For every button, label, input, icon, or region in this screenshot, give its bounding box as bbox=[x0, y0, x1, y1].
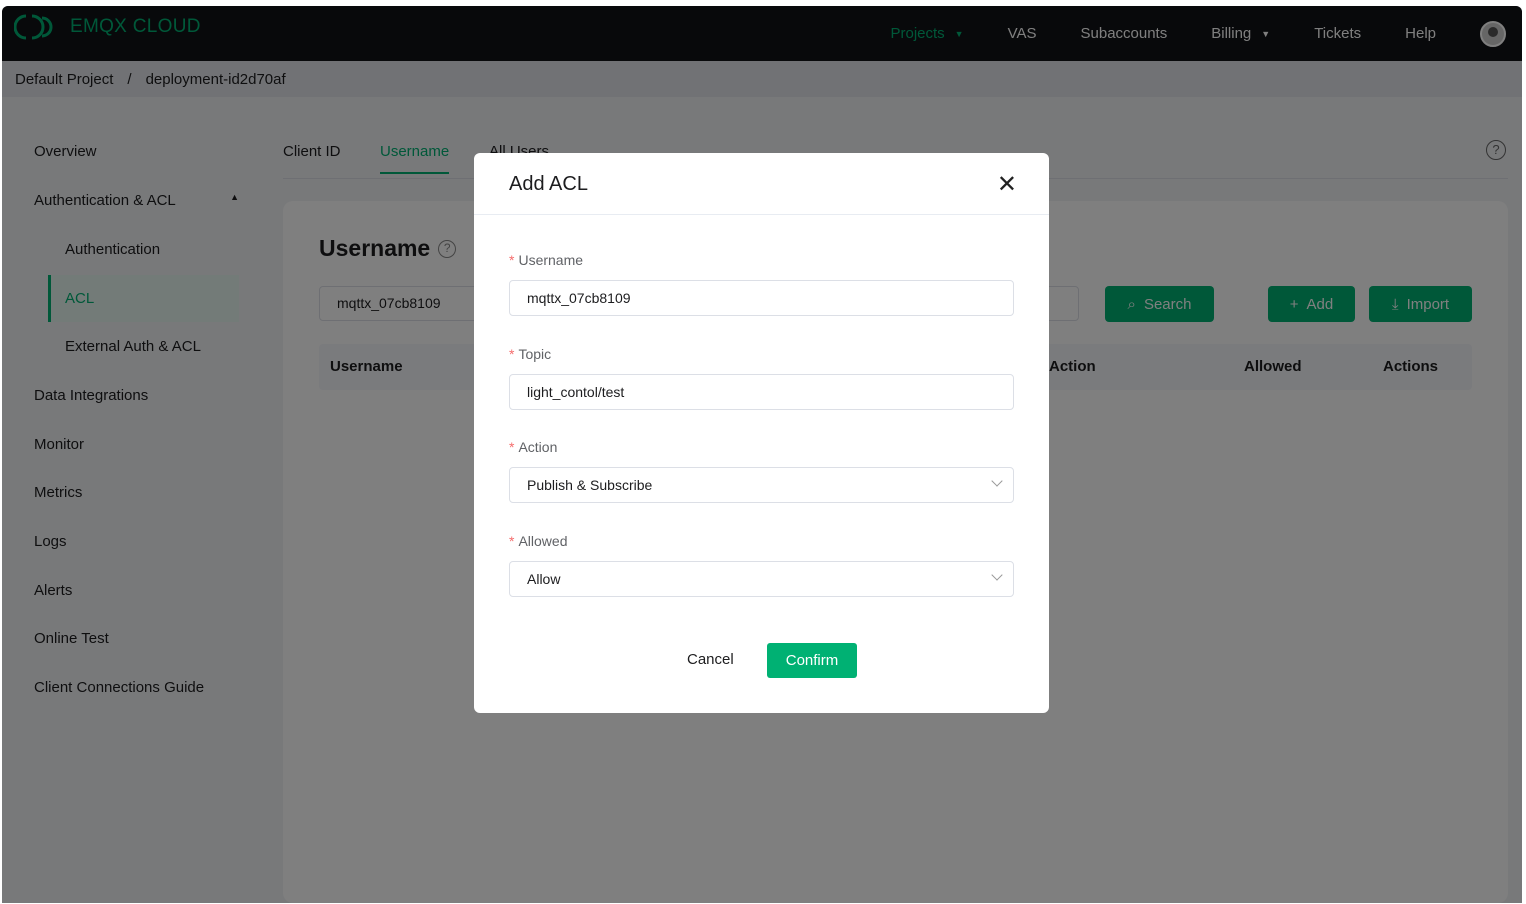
label-text: Action bbox=[518, 439, 558, 455]
chevron-down-icon bbox=[991, 569, 1003, 581]
dialog-header: Add ACL ✕ bbox=[474, 153, 1049, 215]
cancel-button[interactable]: Cancel bbox=[687, 651, 734, 668]
allowed-select[interactable]: Allow bbox=[509, 561, 1014, 597]
allowed-label: * Allowed bbox=[509, 533, 568, 549]
username-label: * Username bbox=[509, 252, 584, 268]
action-label: * Action bbox=[509, 439, 558, 455]
select-value: Allow bbox=[527, 571, 561, 587]
label-text: Topic bbox=[518, 346, 552, 362]
app: EMQX CLOUD Projects▼ VAS Subaccounts Bil… bbox=[2, 6, 1522, 903]
select-value: Publish & Subscribe bbox=[527, 477, 653, 493]
topic-label: * Topic bbox=[509, 346, 552, 362]
dialog-title: Add ACL bbox=[509, 173, 588, 195]
label-text: Username bbox=[518, 252, 584, 268]
username-field[interactable]: mqttx_07cb8109 bbox=[509, 280, 1014, 316]
add-acl-dialog: Add ACL ✕ * Username mqttx_07cb8109 * Topi… bbox=[474, 153, 1049, 713]
topic-field[interactable]: light_contol/test bbox=[509, 374, 1014, 410]
label-text: Allowed bbox=[518, 533, 568, 549]
close-icon[interactable]: ✕ bbox=[997, 170, 1017, 199]
chevron-down-icon bbox=[991, 475, 1003, 487]
confirm-button[interactable]: Confirm bbox=[767, 643, 857, 678]
action-select[interactable]: Publish & Subscribe bbox=[509, 467, 1014, 503]
